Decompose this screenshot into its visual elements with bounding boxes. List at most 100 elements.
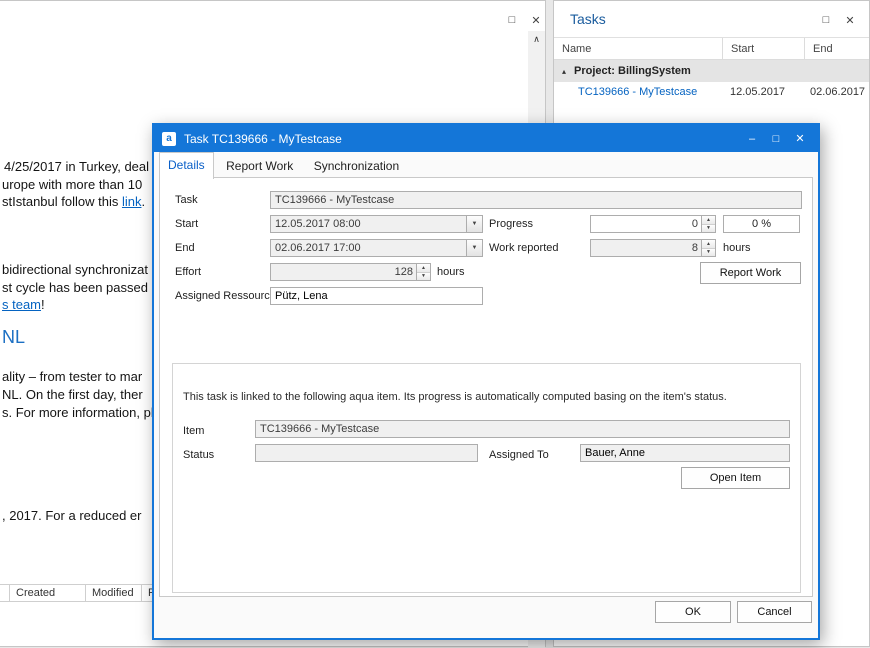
task-name-link[interactable]: TC139666 - MyTestcase (578, 86, 697, 98)
spin-up-icon[interactable]: ▲ (702, 240, 715, 248)
document-heading: NL (2, 327, 25, 348)
tab-strip: Details Report Work Synchronization (159, 152, 813, 177)
work-reported-label: Work reported (489, 242, 559, 254)
tab-synchronization[interactable]: Synchronization (306, 154, 407, 177)
document-window-controls: □ ✕ (505, 13, 543, 27)
start-label: Start (175, 218, 198, 230)
table-header-indicator-cell (0, 585, 10, 601)
dialog-window-controls: – □ ✕ (740, 125, 812, 152)
dialog-titlebar[interactable]: a Task TC139666 - MyTestcase – □ ✕ (154, 125, 818, 152)
minimize-icon[interactable]: – (740, 125, 764, 152)
column-header-name[interactable]: Name (554, 38, 722, 59)
spin-up-icon[interactable]: ▲ (702, 216, 715, 224)
progress-value: 0 (591, 216, 701, 232)
table-header-created[interactable]: Created (10, 585, 86, 601)
dialog-body: Details Report Work Synchronization Task… (154, 152, 818, 638)
end-datetime-field[interactable]: 02.06.2017 17:00 ▼ (270, 239, 483, 257)
close-icon[interactable]: ✕ (843, 13, 857, 27)
progress-percent-indicator: 0 % (723, 215, 800, 233)
spinner-buttons: ▲ ▼ (701, 216, 715, 232)
end-label: End (175, 242, 195, 254)
item-label: Item (183, 425, 204, 437)
tasks-window-controls: □ ✕ (819, 13, 857, 27)
effort-unit-label: hours (437, 266, 465, 278)
grid-group-row[interactable]: ▴ Project: BillingSystem (554, 60, 869, 82)
group-label: Project: BillingSystem (574, 65, 691, 77)
document-text-line: s. For more information, pl (2, 405, 154, 420)
ok-button[interactable]: OK (655, 601, 731, 623)
chevron-down-icon[interactable]: ▼ (466, 216, 482, 232)
maximize-icon[interactable]: □ (764, 125, 788, 152)
end-value: 02.06.2017 17:00 (271, 240, 466, 256)
effort-label: Effort (175, 266, 201, 278)
status-field[interactable] (255, 444, 478, 462)
assigned-ressource-field[interactable]: Pütz, Lena (270, 287, 483, 305)
tasks-panel-title: Tasks (570, 11, 606, 27)
work-reported-value: 8 (591, 240, 701, 256)
effort-spinner[interactable]: 128 ▲ ▼ (270, 263, 431, 281)
document-text-segment: ! (41, 297, 45, 312)
assigned-to-value: Bauer, Anne (581, 445, 789, 461)
tasks-grid-header: Name Start End (554, 37, 869, 60)
status-label: Status (183, 449, 214, 461)
column-header-end[interactable]: End (804, 38, 869, 59)
work-reported-spinner[interactable]: 8 ▲ ▼ (590, 239, 716, 257)
assigned-ressource-value: Pütz, Lena (271, 288, 482, 304)
linked-item-description: This task is linked to the following aqu… (183, 391, 727, 403)
scroll-up-icon[interactable]: ∧ (528, 31, 545, 48)
table-header-modified[interactable]: Modified (86, 585, 142, 601)
document-text-line: bidirectional synchronizat (2, 262, 148, 277)
spin-down-icon[interactable]: ▼ (702, 248, 715, 257)
report-work-button[interactable]: Report Work (700, 262, 801, 284)
task-end-cell: 02.06.2017 (804, 86, 869, 98)
document-hyperlink[interactable]: s team (2, 297, 41, 312)
column-header-start[interactable]: Start (722, 38, 804, 59)
status-value (256, 445, 477, 461)
spinner-buttons: ▲ ▼ (701, 240, 715, 256)
assigned-to-label: Assigned To (489, 449, 549, 461)
dialog-title: Task TC139666 - MyTestcase (184, 132, 342, 146)
dialog-app-icon: a (162, 132, 176, 146)
assigned-ressource-label: Assigned Ressource (175, 290, 276, 302)
progress-spinner[interactable]: 0 ▲ ▼ (590, 215, 716, 233)
start-value: 12.05.2017 08:00 (271, 216, 466, 232)
document-text-line: st cycle has been passed (2, 280, 148, 295)
start-datetime-field[interactable]: 12.05.2017 08:00 ▼ (270, 215, 483, 233)
close-icon[interactable]: ✕ (788, 125, 812, 152)
open-item-button[interactable]: Open Item (681, 467, 790, 489)
item-field[interactable]: TC139666 - MyTestcase (255, 420, 790, 438)
tab-details[interactable]: Details (159, 152, 214, 179)
spin-down-icon[interactable]: ▼ (702, 224, 715, 233)
item-value: TC139666 - MyTestcase (256, 421, 789, 437)
close-icon[interactable]: ✕ (529, 13, 543, 27)
maximize-icon[interactable]: □ (819, 13, 833, 27)
assigned-to-field[interactable]: Bauer, Anne (580, 444, 790, 462)
document-text-line: NL. On the first day, ther (2, 387, 143, 402)
task-dialog: a Task TC139666 - MyTestcase – □ ✕ Detai… (152, 123, 820, 640)
document-text-line: s team! (2, 297, 45, 312)
cancel-button[interactable]: Cancel (737, 601, 812, 623)
spin-down-icon[interactable]: ▼ (417, 272, 430, 281)
spin-up-icon[interactable]: ▲ (417, 264, 430, 272)
document-text-segment: . (141, 194, 145, 209)
document-text-segment: stIstanbul follow this (2, 194, 122, 209)
chevron-down-icon[interactable]: ▼ (466, 240, 482, 256)
group-expanded-icon[interactable]: ▴ (562, 67, 566, 76)
maximize-icon[interactable]: □ (505, 13, 519, 27)
spinner-buttons: ▲ ▼ (416, 264, 430, 280)
document-text-line: ality – from tester to mar (2, 369, 142, 384)
document-text-line: 4/25/2017 in Turkey, deal (4, 159, 149, 174)
task-value: TC139666 - MyTestcase (271, 192, 801, 208)
task-field[interactable]: TC139666 - MyTestcase (270, 191, 802, 209)
document-text-line: , 2017. For a reduced er (2, 508, 141, 523)
table-row[interactable]: TC139666 - MyTestcase 12.05.2017 02.06.2… (554, 82, 869, 102)
progress-label: Progress (489, 218, 533, 230)
effort-value: 128 (271, 264, 416, 280)
document-hyperlink[interactable]: link (122, 194, 142, 209)
tab-report-work[interactable]: Report Work (218, 154, 301, 177)
task-start-cell: 12.05.2017 (722, 86, 804, 98)
task-label: Task (175, 194, 198, 206)
work-reported-unit-label: hours (723, 242, 751, 254)
document-text-line: stIstanbul follow this link. (2, 194, 145, 209)
document-text-line: urope with more than 10 (2, 177, 142, 192)
